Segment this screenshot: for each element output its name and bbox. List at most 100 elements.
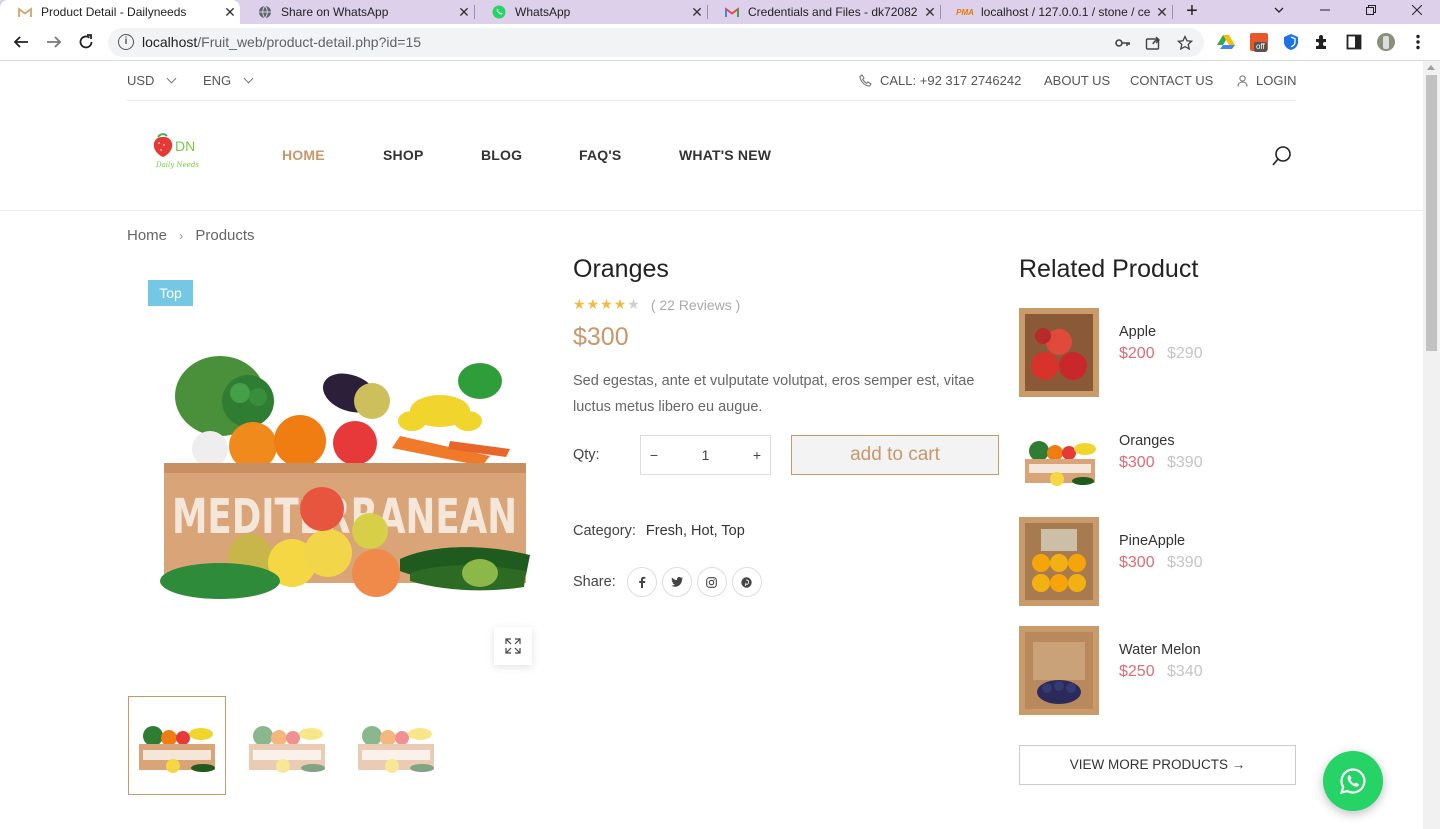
- product-thumbnail[interactable]: [128, 696, 226, 795]
- minimize-button[interactable]: [1302, 0, 1348, 24]
- category-label: Category:: [573, 523, 636, 539]
- globe-icon: [258, 5, 272, 19]
- back-button[interactable]: [9, 30, 33, 54]
- tab-whatsapp[interactable]: WhatsApp ✕: [474, 0, 708, 24]
- expand-image-button[interactable]: [494, 627, 532, 665]
- nav-whats-new[interactable]: WHAT'S NEW: [679, 147, 771, 163]
- add-to-cart-button[interactable]: add to cart: [791, 435, 999, 475]
- page-content: USD ENG CALL: +92 317 2746242 ABOUT US C…: [0, 61, 1423, 829]
- related-product-old-price: $340: [1167, 663, 1203, 680]
- tab-title: localhost / 127.0.0.1 / stone / ce: [981, 5, 1151, 19]
- qty-increase-button[interactable]: +: [744, 447, 770, 463]
- tab-strip: Product Detail - Dailyneeds ✕ Share on W…: [0, 0, 1440, 24]
- related-product-image[interactable]: [1019, 626, 1099, 715]
- search-icon[interactable]: [1271, 145, 1293, 167]
- close-tab-icon[interactable]: ✕: [687, 4, 707, 21]
- star-filled-icon: ★: [613, 296, 627, 312]
- share-page-icon[interactable]: [1144, 34, 1162, 52]
- instagram-icon[interactable]: [696, 567, 727, 597]
- related-product-old-price: $390: [1167, 454, 1203, 471]
- qty-label: Qty:: [573, 447, 600, 463]
- related-product-name[interactable]: Oranges: [1119, 433, 1175, 449]
- qty-decrease-button[interactable]: −: [641, 447, 667, 463]
- product-price: $300: [573, 323, 629, 351]
- twitter-icon[interactable]: [661, 567, 692, 597]
- call-link[interactable]: CALL: +92 317 2746242: [859, 73, 1021, 88]
- key-icon[interactable]: [1114, 34, 1132, 52]
- related-product-price: $300: [1119, 454, 1155, 471]
- close-tab-icon[interactable]: ✕: [1152, 4, 1172, 21]
- address-bar[interactable]: i localhost/Fruit_web/product-detail.php…: [108, 28, 1204, 57]
- site-logo[interactable]: DN Daily Needs: [150, 131, 206, 171]
- product-description: Sed egestas, ante et vulputate volutpat,…: [573, 373, 975, 415]
- close-window-button[interactable]: [1394, 0, 1440, 24]
- gmail-icon: [725, 5, 739, 19]
- browser-menu-icon[interactable]: [1409, 33, 1427, 51]
- extension-off-icon[interactable]: off: [1250, 33, 1268, 52]
- restore-button[interactable]: [1348, 0, 1394, 24]
- view-more-products-button[interactable]: VIEW MORE PRODUCTS →: [1019, 745, 1296, 785]
- star-filled-icon: ★: [586, 296, 600, 312]
- tab-credentials[interactable]: Credentials and Files - dk72082 ✕: [707, 0, 941, 24]
- category-value[interactable]: Fresh, Hot, Top: [646, 523, 745, 539]
- profile-avatar[interactable]: [1377, 33, 1395, 51]
- product-thumbnail[interactable]: [238, 696, 336, 795]
- tab-search-icon[interactable]: [1256, 0, 1302, 24]
- nav-home[interactable]: HOME: [282, 147, 325, 163]
- related-product-price: $250: [1119, 663, 1155, 680]
- related-product-item[interactable]: PineApple $300 $390: [1019, 517, 1296, 607]
- currency-select[interactable]: USD: [127, 73, 177, 88]
- page-scrollbar[interactable]: [1423, 61, 1440, 829]
- facebook-icon[interactable]: [626, 567, 657, 597]
- nav-faqs[interactable]: FAQ'S: [579, 147, 621, 163]
- language-select[interactable]: ENG: [203, 73, 254, 88]
- related-product-name[interactable]: PineApple: [1119, 533, 1185, 549]
- scroll-up-arrow-icon[interactable]: [1427, 65, 1435, 70]
- tab-share-whatsapp[interactable]: Share on WhatsApp ✕: [240, 0, 475, 24]
- breadcrumb-current: Products: [195, 227, 255, 244]
- extensions-puzzle-icon[interactable]: [1313, 33, 1331, 51]
- login-link[interactable]: LOGIN: [1237, 73, 1296, 88]
- about-us-link[interactable]: ABOUT US: [1044, 73, 1110, 88]
- related-product-old-price: $390: [1167, 554, 1203, 571]
- pinterest-icon[interactable]: [731, 567, 762, 597]
- tab-title: Share on WhatsApp: [281, 5, 389, 19]
- product-thumbnail[interactable]: [347, 696, 445, 795]
- related-product-price: $200: [1119, 345, 1155, 362]
- nav-shop[interactable]: SHOP: [383, 147, 423, 163]
- related-product-image[interactable]: [1019, 308, 1099, 397]
- new-tab-button[interactable]: +: [1180, 0, 1204, 24]
- related-product-image[interactable]: [1019, 417, 1099, 506]
- related-product-price: $300: [1119, 554, 1155, 571]
- bookmark-star-icon[interactable]: [1176, 34, 1194, 52]
- whatsapp-chat-button[interactable]: [1323, 751, 1383, 811]
- related-product-name[interactable]: Water Melon: [1119, 642, 1201, 658]
- related-product-item[interactable]: Oranges $300 $390: [1019, 417, 1296, 507]
- close-tab-icon[interactable]: ✕: [454, 4, 474, 21]
- tab-title: WhatsApp: [515, 5, 571, 19]
- contact-us-link[interactable]: CONTACT US: [1130, 73, 1213, 88]
- close-tab-icon[interactable]: ✕: [220, 4, 240, 21]
- url-text[interactable]: localhost/Fruit_web/product-detail.php?i…: [142, 34, 421, 50]
- related-product-name[interactable]: Apple: [1119, 324, 1156, 340]
- product-rating: ★ ★ ★ ★ ★ ( 22 Reviews ): [573, 296, 740, 313]
- related-product-item[interactable]: Apple $200 $290: [1019, 308, 1296, 398]
- shield-extension-icon[interactable]: [1282, 33, 1300, 51]
- tab-product-detail[interactable]: Product Detail - Dailyneeds ✕: [0, 0, 240, 24]
- tab-phpmyadmin[interactable]: PMA localhost / 127.0.0.1 / stone / ce ✕: [940, 0, 1173, 24]
- scrollbar-thumb[interactable]: [1426, 75, 1437, 351]
- google-drive-icon[interactable]: [1217, 33, 1235, 51]
- related-product-item[interactable]: Water Melon $250 $340: [1019, 626, 1296, 716]
- chevron-right-icon: ›: [179, 228, 184, 243]
- product-main-image[interactable]: MEDITERRANEAN: [150, 341, 542, 606]
- nav-blog[interactable]: BLOG: [481, 147, 522, 163]
- review-count-link[interactable]: ( 22 Reviews ): [651, 297, 740, 313]
- related-product-image[interactable]: [1019, 517, 1099, 606]
- reload-button[interactable]: [74, 30, 98, 54]
- forward-button[interactable]: [42, 30, 66, 54]
- side-panel-icon[interactable]: [1345, 33, 1363, 51]
- breadcrumb-home[interactable]: Home: [127, 227, 167, 244]
- close-tab-icon[interactable]: ✕: [920, 4, 940, 21]
- site-info-icon[interactable]: i: [118, 34, 134, 50]
- qty-input[interactable]: 1: [667, 447, 744, 463]
